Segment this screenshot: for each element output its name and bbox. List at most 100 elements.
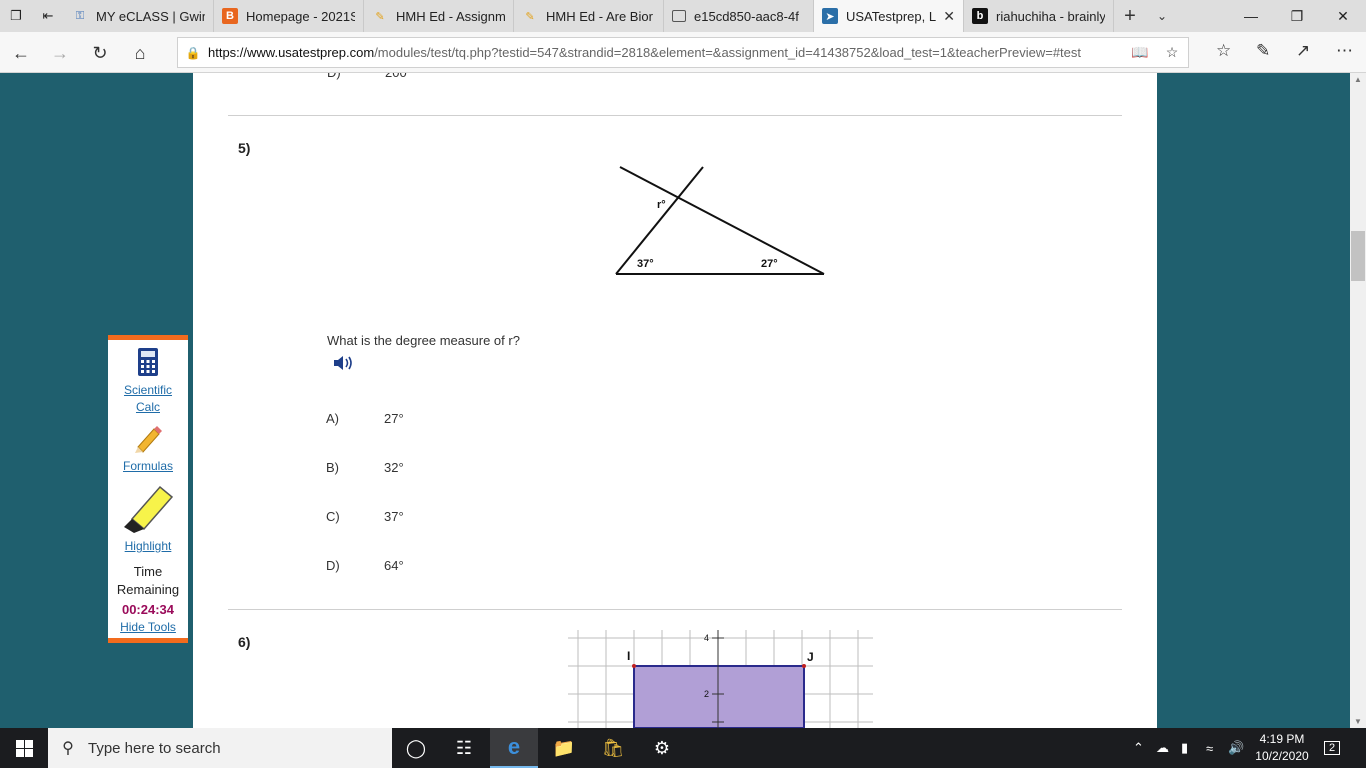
- cursor-icon: ➤: [822, 8, 838, 24]
- scroll-thumb[interactable]: [1351, 231, 1365, 281]
- choice-value: 64°: [384, 558, 404, 573]
- tick-4: 4: [704, 633, 709, 643]
- taskbar: ⚲ Type here to search ◯ ☷ e 📁 🛍 ⚙ ⌃ ☁ ▮ …: [0, 728, 1366, 768]
- lock-icon: 🔒: [185, 45, 201, 60]
- back-icon[interactable]: ←: [8, 40, 34, 66]
- edge-browser-icon[interactable]: e: [490, 728, 538, 768]
- file-explorer-icon[interactable]: 📁: [540, 728, 588, 768]
- search-icon: ⚲: [62, 740, 74, 757]
- tray-chevron-icon[interactable]: ⌃: [1133, 728, 1144, 768]
- cortana-icon[interactable]: ◯: [392, 728, 440, 768]
- wifi-icon[interactable]: ≈: [1206, 728, 1213, 768]
- tab-label: MY eCLASS | Gwinn: [96, 8, 205, 24]
- task-view-icon[interactable]: ☷: [440, 728, 488, 768]
- close-window-icon[interactable]: ✕: [1320, 0, 1366, 32]
- scroll-down-icon[interactable]: ▼: [1350, 717, 1366, 726]
- clock-date: 10/2/2020: [1255, 749, 1309, 763]
- favorites-list-icon[interactable]: ☆: [1216, 41, 1231, 61]
- store-icon[interactable]: 🛍: [589, 728, 637, 768]
- volume-icon[interactable]: 🔊: [1228, 728, 1244, 768]
- choice-letter: B): [326, 460, 339, 475]
- set-aside-tabs-icon[interactable]: ⇤: [32, 0, 64, 32]
- triangle-figure: r° 37° 27°: [615, 166, 825, 275]
- tab-hmh-biomes[interactable]: ✎ HMH Ed - Are Bior: [514, 0, 664, 32]
- pencil-icon[interactable]: [132, 423, 164, 453]
- b-logo-icon: B: [222, 8, 238, 24]
- label-r: r°: [657, 199, 666, 211]
- choice-value: 32°: [384, 460, 404, 475]
- hide-tools-link[interactable]: Hide Tools: [108, 619, 188, 636]
- question-number: 6): [238, 634, 251, 650]
- vertical-scrollbar[interactable]: ▲ ▼: [1350, 73, 1366, 728]
- tab-brainly[interactable]: b riahuchiha - brainly: [964, 0, 1114, 32]
- tab-actions-icon[interactable]: ❐: [0, 0, 32, 32]
- tab-file[interactable]: e15cd850-aac8-4f: [664, 0, 814, 32]
- favorite-star-icon[interactable]: ☆: [1156, 44, 1188, 61]
- web-note-pen-icon[interactable]: ✎: [1256, 41, 1270, 61]
- navigation-bar: ← → ↻ ⌂ 🔒 https://www.usatestprep.com/mo…: [0, 32, 1366, 73]
- tab-label: riahuchiha - brainly: [996, 8, 1105, 24]
- scientific-calc-link[interactable]: Scientific Calc: [108, 382, 188, 416]
- more-menu-icon[interactable]: ⋯: [1336, 41, 1353, 61]
- refresh-icon[interactable]: ↻: [87, 40, 113, 66]
- settings-gear-icon[interactable]: ⚙: [638, 728, 686, 768]
- highlight-link[interactable]: Highlight: [108, 538, 188, 555]
- address-bar[interactable]: 🔒 https://www.usatestprep.com/modules/te…: [177, 37, 1189, 68]
- web-content: D) 200 5) r° 37° 27° What is the degree …: [0, 73, 1350, 728]
- link-text: Calc: [135, 400, 160, 414]
- tick-2: 2: [704, 689, 709, 699]
- calculator-icon[interactable]: [137, 347, 159, 377]
- label-angle-37: 37°: [637, 258, 654, 270]
- choice-value: 200: [385, 73, 407, 80]
- onedrive-cloud-icon[interactable]: ☁: [1156, 728, 1169, 768]
- share-icon[interactable]: ↗: [1296, 41, 1310, 61]
- taskbar-search[interactable]: ⚲ Type here to search: [48, 728, 392, 768]
- scroll-up-icon[interactable]: ▲: [1350, 75, 1366, 84]
- test-page: D) 200 5) r° 37° 27° What is the degree …: [193, 73, 1157, 728]
- clock-time: 4:19 PM: [1259, 732, 1305, 746]
- time-remaining-label: Time Remaining: [108, 563, 188, 599]
- new-tab-icon[interactable]: +: [1114, 0, 1146, 32]
- reading-view-icon[interactable]: 📖: [1124, 44, 1156, 61]
- windows-start-icon[interactable]: [0, 728, 48, 768]
- speaker-icon[interactable]: [333, 354, 355, 372]
- question-number: 5): [238, 140, 251, 156]
- tab-homepage[interactable]: B Homepage - 2021S: [214, 0, 364, 32]
- search-placeholder: Type here to search: [88, 739, 221, 757]
- choice-letter: C): [326, 509, 340, 524]
- tab-label: Homepage - 2021S: [246, 8, 355, 24]
- key-icon: ⚿: [75, 9, 85, 22]
- tab-eclass[interactable]: ⚿ MY eCLASS | Gwinn: [64, 0, 214, 32]
- tab-usatestprep[interactable]: ➤ USATestprep, L ✕: [814, 0, 964, 32]
- choice-value: 37°: [384, 509, 404, 524]
- close-tab-icon[interactable]: ✕: [943, 8, 955, 25]
- tab-label: HMH Ed - Assignm: [396, 8, 505, 24]
- question-text: What is the degree measure of r?: [327, 333, 520, 348]
- forward-icon[interactable]: →: [47, 40, 73, 66]
- minimize-icon[interactable]: —: [1228, 0, 1274, 32]
- highlighter-icon[interactable]: [120, 483, 176, 533]
- tools-panel: Scientific Calc Formulas Highlight Time …: [108, 335, 188, 643]
- coordinate-graph: I J 4 2: [568, 630, 873, 728]
- choice-letter: D): [327, 73, 341, 80]
- label-angle-27: 27°: [761, 258, 778, 270]
- tab-strip: ❐ ⇤ ⚿ MY eCLASS | Gwinn B Homepage - 202…: [0, 0, 1366, 32]
- link-text: Scientific: [123, 383, 173, 397]
- label-text: Remaining: [116, 582, 180, 597]
- battery-icon[interactable]: ▮: [1181, 728, 1188, 768]
- home-icon[interactable]: ⌂: [127, 40, 153, 66]
- formulas-link[interactable]: Formulas: [108, 458, 188, 475]
- url-text[interactable]: https://www.usatestprep.com/modules/test…: [208, 45, 1124, 60]
- brainly-icon: b: [972, 8, 988, 24]
- notification-center-icon[interactable]: 2: [1324, 728, 1341, 768]
- system-clock[interactable]: 4:19 PM 10/2/2020: [1250, 731, 1314, 765]
- choice-letter: A): [326, 411, 339, 426]
- tab-preview-chevron-icon[interactable]: ⌄: [1146, 0, 1178, 32]
- restore-icon[interactable]: ❐: [1274, 0, 1320, 32]
- notification-count: 2: [1324, 741, 1341, 755]
- tab-label: USATestprep, L: [846, 8, 937, 24]
- divider: [228, 609, 1122, 610]
- label-text: Time: [133, 564, 163, 579]
- choice-letter: D): [326, 558, 340, 573]
- tab-hmh-assignment[interactable]: ✎ HMH Ed - Assignm: [364, 0, 514, 32]
